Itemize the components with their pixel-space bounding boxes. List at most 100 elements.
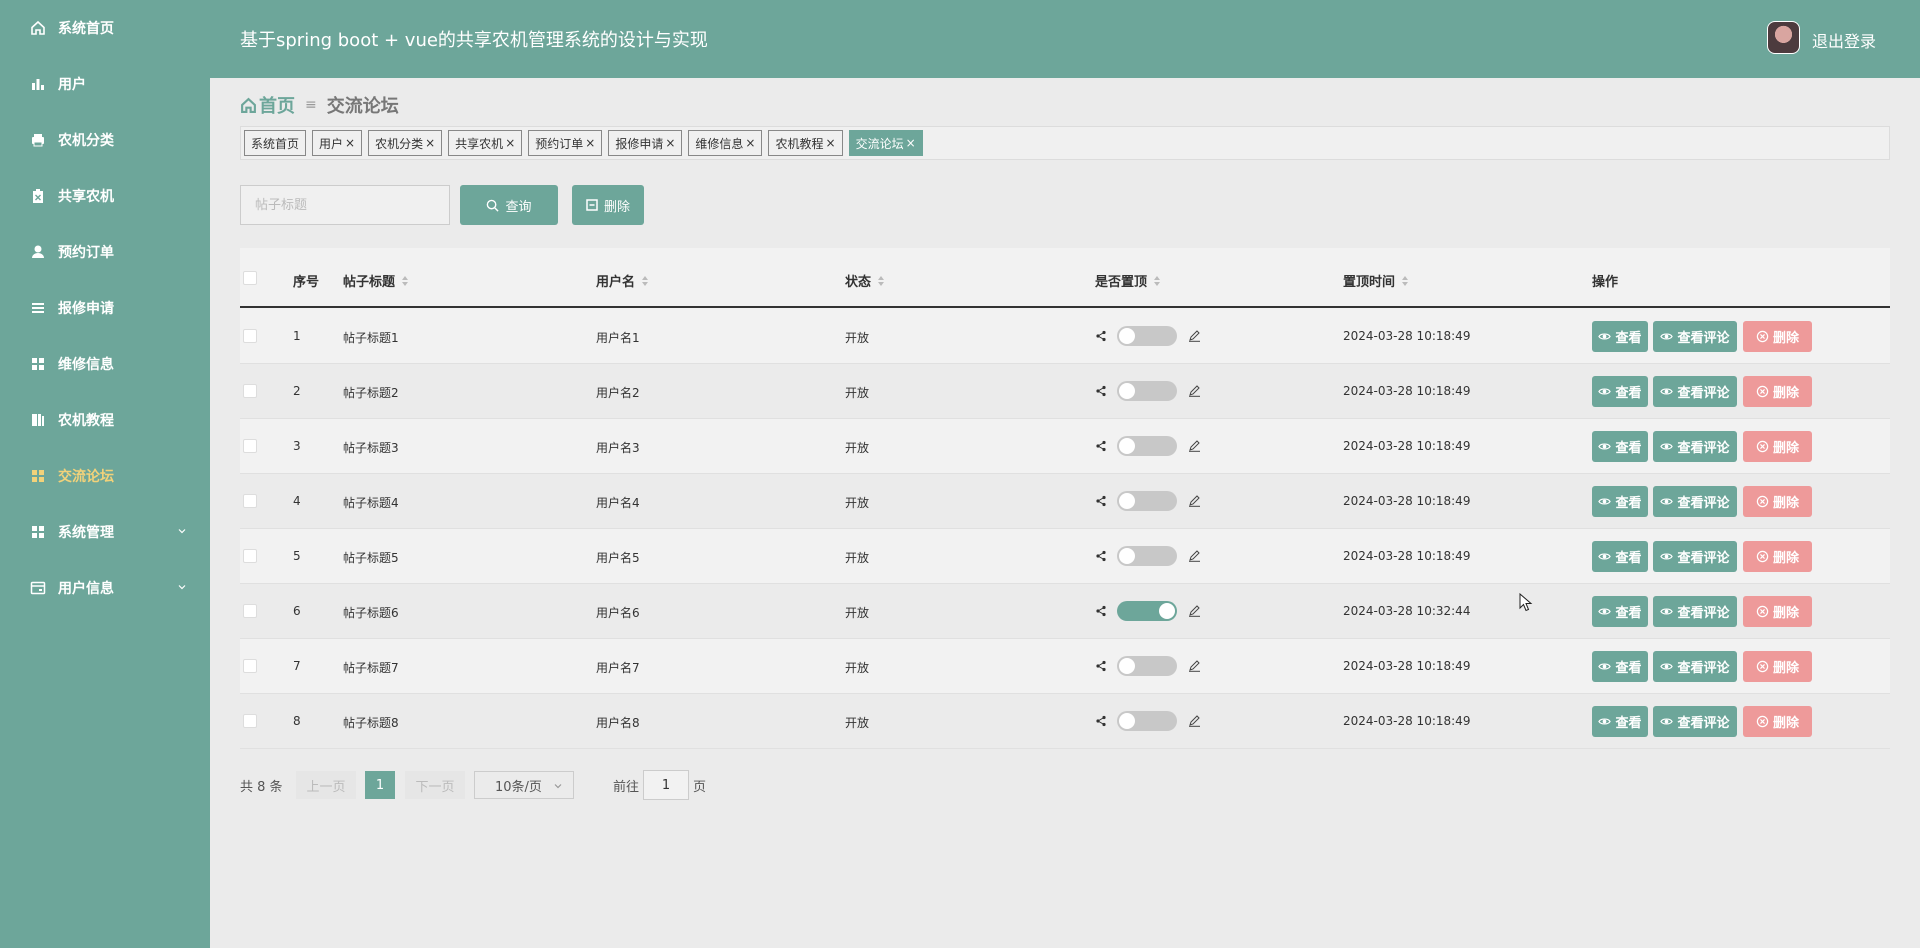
breadcrumb-home[interactable]: 首页 — [259, 92, 295, 118]
sidebar-item-7[interactable]: 农机教程 — [0, 392, 210, 448]
avatar[interactable] — [1767, 21, 1800, 54]
edit-icon[interactable] — [1188, 604, 1201, 617]
close-icon[interactable]: × — [345, 136, 355, 150]
delete-button[interactable]: 删除 — [1743, 431, 1812, 462]
tag-6[interactable]: 维修信息 × — [688, 130, 763, 156]
close-icon[interactable]: × — [585, 136, 595, 150]
close-icon[interactable]: × — [826, 136, 836, 150]
column-header-3[interactable]: 状态 — [845, 271, 885, 290]
row-checkbox[interactable] — [243, 604, 257, 618]
logout-button[interactable]: 退出登录 — [1812, 28, 1876, 52]
sidebar-item-1[interactable]: 用户 — [0, 56, 210, 112]
view-button[interactable]: 查看 — [1592, 486, 1648, 517]
view-button[interactable]: 查看 — [1592, 651, 1648, 682]
prev-page-button[interactable]: 上一页 — [296, 771, 356, 799]
delete-button[interactable]: 删除 — [1743, 486, 1812, 517]
delete-button[interactable]: 删除 — [1743, 596, 1812, 627]
comments-button[interactable]: 查看评论 — [1653, 651, 1737, 682]
comments-button[interactable]: 查看评论 — [1653, 486, 1737, 517]
view-button[interactable]: 查看 — [1592, 541, 1648, 572]
comments-button[interactable]: 查看评论 — [1653, 596, 1737, 627]
tag-4[interactable]: 预约订单 × — [528, 130, 603, 156]
close-icon[interactable]: × — [425, 136, 435, 150]
view-button[interactable]: 查看 — [1592, 596, 1648, 627]
edit-icon[interactable] — [1188, 659, 1201, 672]
comments-button[interactable]: 查看评论 — [1653, 431, 1737, 462]
delete-button[interactable]: 删除 — [1743, 706, 1812, 737]
sidebar-item-6[interactable]: 维修信息 — [0, 336, 210, 392]
select-all-checkbox[interactable] — [243, 271, 257, 285]
tag-3[interactable]: 共享农机 × — [448, 130, 523, 156]
goto-page-input[interactable] — [643, 770, 689, 800]
edit-icon[interactable] — [1188, 714, 1201, 727]
column-header-5[interactable]: 置顶时间 — [1343, 271, 1409, 290]
sidebar-item-3[interactable]: 共享农机 — [0, 168, 210, 224]
close-icon[interactable]: × — [745, 136, 755, 150]
pin-toggle[interactable] — [1117, 436, 1177, 456]
row-checkbox[interactable] — [243, 384, 257, 398]
bulk-delete-button[interactable]: 删除 — [572, 185, 644, 225]
sidebar-item-2[interactable]: 农机分类 — [0, 112, 210, 168]
view-button[interactable]: 查看 — [1592, 706, 1648, 737]
delete-button[interactable]: 删除 — [1743, 651, 1812, 682]
pin-toggle[interactable] — [1117, 381, 1177, 401]
comments-button[interactable]: 查看评论 — [1653, 541, 1737, 572]
pin-toggle[interactable] — [1117, 326, 1177, 346]
delete-button[interactable]: 删除 — [1743, 376, 1812, 407]
edit-icon[interactable] — [1188, 329, 1201, 342]
sort-icon[interactable] — [401, 275, 409, 287]
edit-icon[interactable] — [1188, 549, 1201, 562]
tag-1[interactable]: 用户 × — [312, 130, 363, 156]
sidebar-item-8[interactable]: 交流论坛 — [0, 448, 210, 504]
row-checkbox[interactable] — [243, 329, 257, 343]
tag-2[interactable]: 农机分类 × — [368, 130, 443, 156]
sidebar-item-10[interactable]: 用户信息 — [0, 560, 210, 616]
pin-toggle[interactable] — [1117, 546, 1177, 566]
tag-8[interactable]: 交流论坛 × — [848, 130, 923, 156]
sidebar-item-4[interactable]: 预约订单 — [0, 224, 210, 280]
tag-7[interactable]: 农机教程 × — [768, 130, 843, 156]
comments-button[interactable]: 查看评论 — [1653, 706, 1737, 737]
sort-icon[interactable] — [1401, 275, 1409, 287]
delete-button[interactable]: 删除 — [1743, 541, 1812, 572]
home-icon[interactable] — [240, 97, 257, 114]
column-header-2[interactable]: 用户名 — [596, 271, 649, 290]
edit-icon[interactable] — [1188, 439, 1201, 452]
next-page-button[interactable]: 下一页 — [405, 771, 465, 799]
delete-button[interactable]: 删除 — [1743, 321, 1812, 352]
sidebar-item-5[interactable]: 报修申请 — [0, 280, 210, 336]
view-button[interactable]: 查看 — [1592, 431, 1648, 462]
query-button[interactable]: 查询 — [460, 185, 558, 225]
edit-icon[interactable] — [1188, 494, 1201, 507]
pin-toggle[interactable] — [1117, 711, 1177, 731]
view-button[interactable]: 查看 — [1592, 321, 1648, 352]
close-icon[interactable]: × — [665, 136, 675, 150]
sort-icon[interactable] — [641, 275, 649, 287]
pin-toggle[interactable] — [1117, 601, 1177, 621]
tag-0[interactable]: 系统首页 — [244, 130, 307, 156]
comments-button[interactable]: 查看评论 — [1653, 376, 1737, 407]
page-1-button[interactable]: 1 — [365, 771, 395, 799]
view-button[interactable]: 查看 — [1592, 376, 1648, 407]
row-checkbox[interactable] — [243, 659, 257, 673]
action-label: 查看评论 — [1677, 606, 1730, 621]
sidebar-item-9[interactable]: 系统管理 — [0, 504, 210, 560]
pin-toggle[interactable] — [1117, 656, 1177, 676]
sidebar-item-0[interactable]: 系统首页 — [0, 0, 210, 56]
row-checkbox[interactable] — [243, 549, 257, 563]
column-header-1[interactable]: 帖子标题 — [343, 271, 409, 290]
edit-icon[interactable] — [1188, 384, 1201, 397]
search-input[interactable] — [240, 185, 450, 225]
page-size-select[interactable]: 10条/页 — [474, 771, 574, 799]
comments-button[interactable]: 查看评论 — [1653, 321, 1737, 352]
tag-5[interactable]: 报修申请 × — [608, 130, 683, 156]
row-checkbox[interactable] — [243, 714, 257, 728]
pin-toggle[interactable] — [1117, 491, 1177, 511]
close-icon[interactable]: × — [505, 136, 515, 150]
sort-icon[interactable] — [1153, 275, 1161, 287]
row-checkbox[interactable] — [243, 494, 257, 508]
close-icon[interactable]: × — [906, 136, 916, 150]
column-header-4[interactable]: 是否置顶 — [1095, 271, 1161, 290]
row-checkbox[interactable] — [243, 439, 257, 453]
sort-icon[interactable] — [877, 275, 885, 287]
